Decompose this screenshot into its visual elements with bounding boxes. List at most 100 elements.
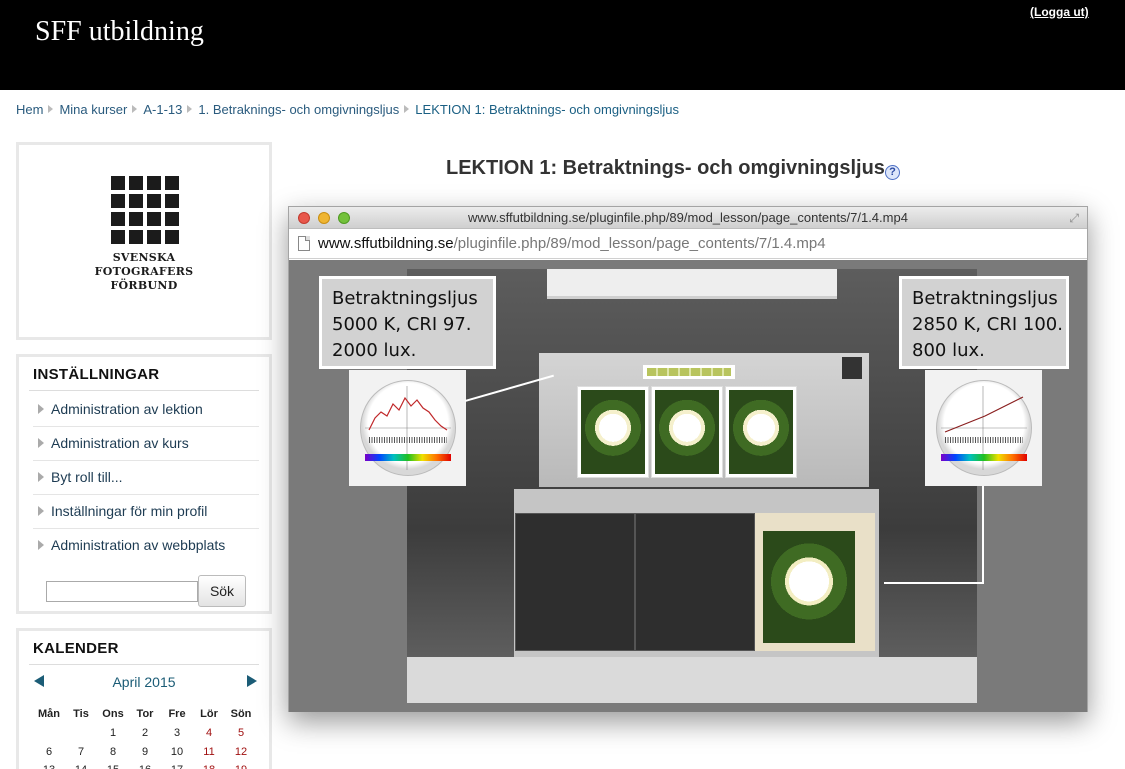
flower-image [763,531,855,643]
calendar-day[interactable]: 6 [33,746,65,758]
divider [29,664,259,665]
window-title: www.sffutbildning.se/pluginfile.php/89/m… [468,210,908,225]
search-button[interactable]: Sök [198,575,246,607]
connector-line [982,486,984,584]
logo-text: SVENSKA FOTOGRAFERS FÖRBUND [19,251,269,293]
weekday-label: Tor [136,708,154,720]
calendar-day[interactable]: 14 [65,764,97,769]
video-player[interactable]: Betraktningsljus 5000 K, CRI 97. 2000 lu… [289,260,1087,712]
flower-image [655,390,719,474]
breadcrumb-home[interactable]: Hem [16,102,43,117]
weekday-label: Mån [38,708,60,720]
menu-item-site-admin[interactable]: Administration av webbplats [33,529,259,563]
breadcrumb-current[interactable]: LEKTION 1: Betraktnings- och omgivningsl… [415,102,679,117]
search-input[interactable] [46,581,198,602]
weekday-label: Tis [73,708,89,720]
label-line: Betraktningsljus [912,288,1058,309]
calendar-day[interactable]: 2 [129,727,161,739]
weekday-label: Sön [230,708,252,720]
calendar-day[interactable]: 17 [161,764,193,769]
next-month-icon[interactable] [247,675,257,687]
calendar-day[interactable]: 1 [97,727,129,739]
calendar-day[interactable]: 3 [161,727,193,739]
breadcrumb-my-courses[interactable]: Mina kurser [59,102,127,117]
spectrum-curve-icon [941,386,1027,470]
calendar-day[interactable]: 8 [97,746,129,758]
booth-floor [407,657,977,703]
menu-item-switch-role[interactable]: Byt roll till... [33,461,259,495]
calendar-day[interactable]: 4 [193,727,225,739]
spectrum-graph-left [349,370,466,486]
calendar-day[interactable]: 7 [65,746,97,758]
breadcrumb-section[interactable]: 1. Betraknings- och omgivningsljus [198,102,399,117]
logo-line: SVENSKA [112,251,176,264]
connector-line [884,582,984,584]
page-title: LEKTION 1: Betraktnings- och omgivningsl… [446,157,900,180]
calendar-day[interactable]: 12 [225,746,257,758]
menu-item-label[interactable]: Administration av kurs [51,435,189,451]
logout-link[interactable]: (Logga ut) [1030,5,1089,19]
breadcrumb-separator-icon [132,105,138,113]
divider [29,390,259,391]
expand-arrow-icon [38,472,44,482]
color-patches [647,368,731,376]
calendar-day[interactable]: 15 [97,764,129,769]
spectrum-rainbow [941,454,1027,461]
site-header: SFF utbildning (Logga ut) [0,0,1125,90]
spectrum-curve-icon [365,386,451,470]
sff-logo-icon [111,176,179,244]
calendar-week-row: 6 7 8 9 10 11 12 [33,746,257,762]
calendar-day[interactable]: 19 [225,764,257,769]
dark-light-panel [515,513,635,651]
calendar-day[interactable]: 11 [193,746,225,758]
document-icon [298,236,310,251]
calendar-day[interactable]: 5 [225,727,257,739]
flower-image [729,390,793,474]
expand-arrow-icon [38,404,44,414]
calendar-day[interactable]: 18 [193,764,225,769]
expand-arrow-icon [38,506,44,516]
site-title[interactable]: SFF utbildning [35,16,204,48]
dark-light-panel [635,513,755,651]
address-bar[interactable]: www.sffutbildning.se/pluginfile.php/89/m… [289,230,1087,259]
booth-hood [547,269,837,299]
menu-item-label[interactable]: Administration av webbplats [51,537,225,553]
calendar-week-row: 1 2 3 4 5 [33,727,257,743]
flower-image [581,390,645,474]
window-titlebar[interactable]: www.sffutbildning.se/pluginfile.php/89/m… [289,207,1087,229]
url-host: www.sffutbildning.se [318,235,454,252]
settings-block: INSTÄLLNINGAR Administration av lektion … [16,354,272,614]
calendar-day[interactable]: 10 [161,746,193,758]
fullscreen-icon[interactable]: ⤢ [1069,211,1079,226]
menu-item-course-admin[interactable]: Administration av kurs [33,427,259,461]
logo-line: FOTOGRAFERS [94,265,194,278]
url-text[interactable]: www.sffutbildning.se/pluginfile.php/89/m… [318,235,826,252]
breadcrumb-course[interactable]: A-1-13 [143,102,182,117]
spectrum-graph-right [925,370,1042,486]
label-line: 5000 K, CRI 97. [332,314,472,335]
flower-print [651,386,723,478]
page-title-text: LEKTION 1: Betraktnings- och omgivningsl… [446,157,885,179]
label-line: Betraktningsljus [332,288,478,309]
logo-block: SVENSKA FOTOGRAFERS FÖRBUND [16,142,272,340]
label-line: 2000 lux. [332,340,417,361]
video-window: www.sffutbildning.se/pluginfile.php/89/m… [288,206,1088,712]
calendar-weekday-row: Mån Tis Ons Tor Fre Lör Sön [33,708,257,724]
menu-item-label[interactable]: Administration av lektion [51,401,203,417]
menu-item-label[interactable]: Byt roll till... [51,469,123,485]
menu-item-label[interactable]: Inställningar för min profil [51,503,207,519]
help-icon[interactable]: ? [884,165,900,180]
breadcrumb-separator-icon [48,105,54,113]
calendar-month[interactable]: April 2015 [19,674,269,690]
viewing-light-label-left: Betraktningsljus 5000 K, CRI 97. 2000 lu… [319,276,496,369]
calendar-block: KALENDER April 2015 Mån Tis Ons Tor Fre … [16,628,272,769]
calendar-day[interactable]: 13 [33,764,65,769]
expand-arrow-icon [38,540,44,550]
calendar-title: KALENDER [33,640,119,657]
calendar-day[interactable]: 16 [129,764,161,769]
menu-item-lesson-admin[interactable]: Administration av lektion [33,393,259,427]
menu-item-profile-settings[interactable]: Inställningar för min profil [33,495,259,529]
spectrum-rainbow [365,454,451,461]
calendar-day[interactable]: 9 [129,746,161,758]
label-line: 2850 K, CRI 100. [912,314,1063,335]
